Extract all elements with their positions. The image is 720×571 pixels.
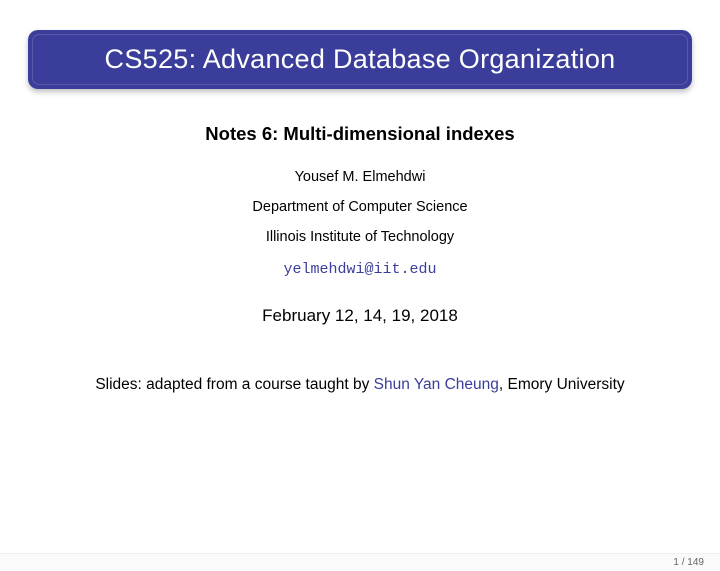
page-number: 1 / 149 — [673, 557, 704, 568]
credits-prefix: Slides: adapted from a course taught by — [95, 376, 373, 393]
course-title: CS525: Advanced Database Organization — [48, 44, 672, 75]
title-bar: CS525: Advanced Database Organization — [28, 30, 692, 89]
department: Department of Computer Science — [0, 199, 720, 215]
credits-person[interactable]: Shun Yan Cheung — [374, 376, 499, 393]
institution: Illinois Institute of Technology — [0, 229, 720, 245]
slide-credits: Slides: adapted from a course taught by … — [0, 376, 720, 394]
author-name: Yousef M. Elmehdwi — [0, 169, 720, 185]
footer-bar: 1 / 149 — [0, 553, 720, 571]
credits-suffix: , Emory University — [499, 376, 625, 393]
content-block: Notes 6: Multi-dimensional indexes Youse… — [0, 123, 720, 326]
author-email[interactable]: yelmehdwi@iit.edu — [0, 261, 720, 278]
lecture-dates: February 12, 14, 19, 2018 — [0, 306, 720, 326]
notes-subtitle: Notes 6: Multi-dimensional indexes — [0, 123, 720, 145]
